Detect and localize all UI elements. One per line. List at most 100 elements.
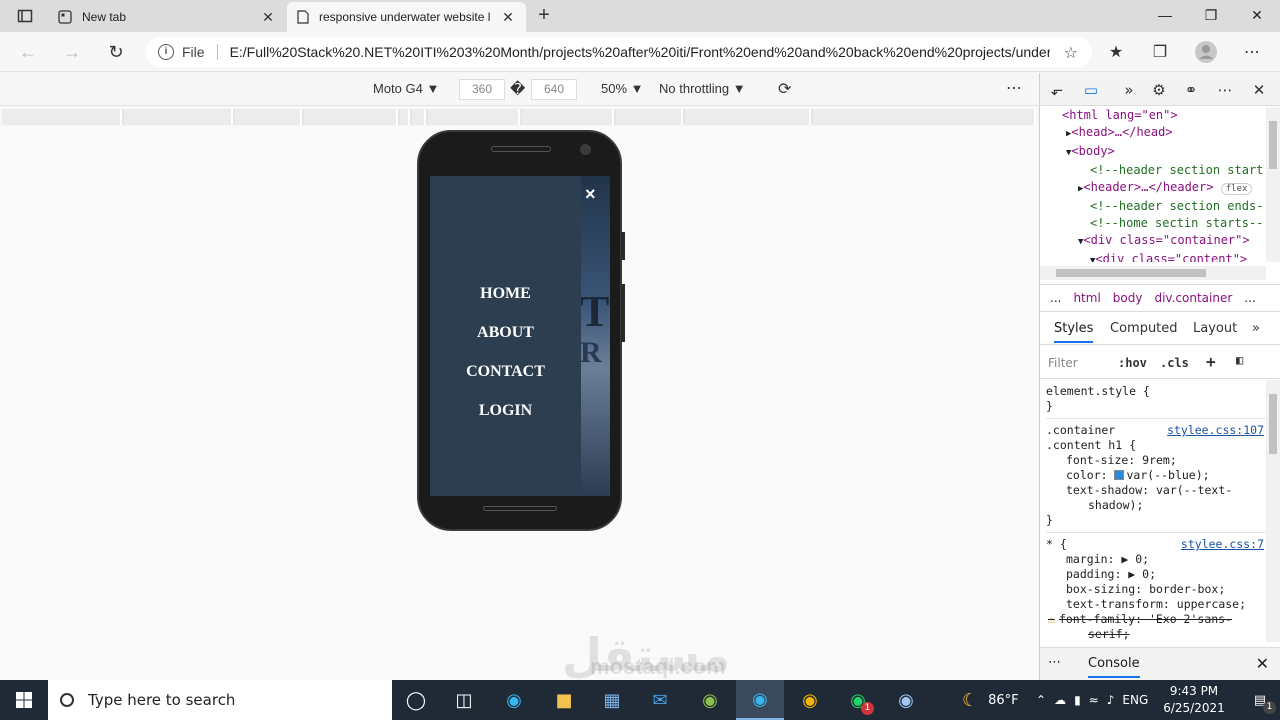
- url-text[interactable]: E:/Full%20Stack%20.NET%20ITI%203%20Month…: [230, 44, 1050, 60]
- rule-selector[interactable]: .content h1 {: [1046, 438, 1266, 453]
- drawer-close-icon[interactable]: ✕: [1256, 654, 1269, 673]
- breadcrumb-html[interactable]: html: [1073, 291, 1100, 305]
- file-explorer-icon[interactable]: ■: [540, 680, 588, 720]
- chrome-icon[interactable]: ◉: [786, 680, 834, 720]
- dom-node[interactable]: ▶<header>…</header> flex: [1040, 179, 1266, 198]
- more-tabs-icon[interactable]: »: [1252, 321, 1260, 336]
- refresh-button[interactable]: ↻: [104, 40, 128, 64]
- breadcrumb-body[interactable]: body: [1113, 291, 1143, 305]
- gear-icon[interactable]: ⚙: [1148, 79, 1170, 101]
- scroll-thumb[interactable]: [1056, 269, 1206, 277]
- scroll-thumb[interactable]: [1269, 394, 1277, 454]
- rule-source-link[interactable]: stylee.css:7: [1181, 537, 1264, 552]
- back-button[interactable]: ←: [16, 40, 40, 64]
- rotate-icon[interactable]: ⟳: [778, 79, 791, 99]
- width-input[interactable]: 360: [459, 79, 505, 100]
- flex-badge[interactable]: flex: [1220, 183, 1253, 195]
- dom-node[interactable]: ▼<body>: [1040, 143, 1266, 162]
- styles-filter-input[interactable]: Filter: [1044, 351, 1106, 375]
- cls-button[interactable]: .cls: [1160, 356, 1189, 370]
- volume-icon[interactable]: ♪: [1107, 693, 1115, 707]
- edge-active-app-icon[interactable]: ◉: [736, 680, 784, 720]
- tab-actions-button[interactable]: [8, 4, 42, 28]
- declaration[interactable]: color: var(--blue);: [1046, 468, 1266, 483]
- tab-computed[interactable]: Computed: [1110, 321, 1178, 336]
- task-view-icon[interactable]: ◫: [440, 680, 488, 720]
- profile-avatar[interactable]: [1194, 40, 1218, 64]
- nav-item-home[interactable]: HOME: [430, 284, 581, 323]
- declaration[interactable]: margin: ▶ 0;: [1046, 552, 1266, 567]
- scroll-thumb[interactable]: [1269, 121, 1277, 169]
- language-indicator[interactable]: ENG: [1122, 693, 1148, 707]
- declaration[interactable]: font-size: 9rem;: [1046, 453, 1266, 468]
- tab-new-tab[interactable]: New tab ✕: [48, 2, 286, 32]
- dom-node[interactable]: <!--header section ends-: [1040, 198, 1266, 215]
- drawer-more-icon[interactable]: ⋯: [1048, 655, 1061, 670]
- edge-app-icon[interactable]: ◉: [490, 680, 538, 720]
- height-input[interactable]: 640: [531, 79, 577, 100]
- connect-icon[interactable]: ⚭: [1180, 79, 1202, 101]
- minimize-icon[interactable]: —: [1142, 0, 1188, 30]
- dom-node[interactable]: <!--header section start: [1040, 162, 1266, 179]
- info-icon[interactable]: i: [158, 44, 174, 60]
- styles-scrollbar[interactable]: [1266, 380, 1280, 642]
- cloud-icon[interactable]: ☁: [1054, 693, 1066, 707]
- dom-scrollbar-vertical[interactable]: [1266, 107, 1280, 262]
- tab-layout[interactable]: Layout: [1193, 321, 1237, 336]
- dom-node[interactable]: <html lang="en">: [1040, 107, 1266, 124]
- nav-item-about[interactable]: ABOUT: [430, 323, 581, 362]
- rule-source-link[interactable]: stylee.css:107: [1167, 423, 1264, 438]
- phone-screen[interactable]: T R HOME ABOUT CONTACT LOGIN ×: [430, 176, 610, 496]
- graphics-app-icon[interactable]: ◉: [882, 680, 930, 720]
- dom-node[interactable]: ▶<head>…</head>: [1040, 124, 1266, 143]
- dom-node[interactable]: ▼<div class="container">: [1040, 232, 1266, 251]
- store-icon[interactable]: ▦: [588, 680, 636, 720]
- throttling-select[interactable]: No throttling ▼: [659, 81, 746, 96]
- rule-selector[interactable]: element.style {: [1046, 384, 1266, 399]
- hov-button[interactable]: :hov: [1118, 356, 1147, 370]
- chevron-up-icon[interactable]: ⌃: [1036, 693, 1046, 707]
- paint-app-icon[interactable]: ◉: [686, 680, 734, 720]
- collections-icon[interactable]: ❐: [1148, 40, 1172, 64]
- devtools-more-icon[interactable]: ⋯: [1214, 79, 1236, 101]
- declaration[interactable]: box-sizing: border-box;: [1046, 582, 1266, 597]
- dimension-separator-icon[interactable]: �: [510, 80, 525, 98]
- tab-active-page[interactable]: responsive underwater website l ✕: [287, 2, 526, 32]
- mail-icon[interactable]: ✉: [636, 680, 684, 720]
- new-tab-button[interactable]: +: [532, 4, 556, 28]
- toggle-sidebar-icon[interactable]: ◧: [1236, 353, 1243, 367]
- dom-node[interactable]: ▼<div class="content">: [1040, 251, 1266, 262]
- breadcrumb-more[interactable]: ...: [1244, 291, 1255, 305]
- maximize-icon[interactable]: ❐: [1188, 0, 1234, 30]
- weather-widget[interactable]: ☾ 86°F: [962, 680, 1019, 720]
- declaration[interactable]: text-transform: uppercase;: [1046, 597, 1266, 612]
- declaration[interactable]: padding: ▶ 0;: [1046, 567, 1266, 582]
- device-more-icon[interactable]: ⋯: [1006, 78, 1022, 98]
- dom-node[interactable]: <!--home sectin starts--: [1040, 215, 1266, 232]
- inspect-element-icon[interactable]: ⬐: [1046, 79, 1068, 101]
- zoom-select[interactable]: 50% ▼: [601, 81, 644, 96]
- menu-close-icon[interactable]: ×: [585, 184, 596, 205]
- declaration[interactable]: text-shadow: var(--text-: [1046, 483, 1266, 498]
- cortana-icon[interactable]: ◯: [392, 680, 440, 720]
- tab-close-icon[interactable]: ✕: [500, 9, 516, 26]
- tab-styles[interactable]: Styles: [1054, 321, 1094, 343]
- forward-button[interactable]: →: [60, 40, 84, 64]
- nav-item-login[interactable]: LOGIN: [430, 401, 581, 440]
- tab-console[interactable]: Console: [1088, 656, 1140, 678]
- dom-scrollbar-horizontal[interactable]: [1040, 266, 1266, 280]
- tab-close-icon[interactable]: ✕: [260, 9, 276, 26]
- taskbar-search[interactable]: Type here to search: [48, 680, 392, 720]
- start-button[interactable]: [0, 680, 48, 720]
- dom-tree[interactable]: <html lang="en"> ▶<head>…</head> ▼<body>…: [1040, 107, 1266, 262]
- new-rule-icon[interactable]: +: [1206, 352, 1216, 371]
- nav-item-contact[interactable]: CONTACT: [430, 362, 581, 401]
- close-window-icon[interactable]: ✕: [1234, 0, 1280, 30]
- breadcrumb-div-container[interactable]: div.container: [1154, 291, 1232, 305]
- add-favorite-icon[interactable]: ☆: [1064, 43, 1078, 63]
- color-swatch-icon[interactable]: [1114, 470, 1125, 480]
- favorites-icon[interactable]: ★: [1104, 40, 1128, 64]
- device-toggle-icon[interactable]: ▭: [1080, 79, 1102, 101]
- battery-icon[interactable]: ▮: [1074, 693, 1081, 707]
- notification-center-icon[interactable]: ▤ 1: [1248, 688, 1276, 714]
